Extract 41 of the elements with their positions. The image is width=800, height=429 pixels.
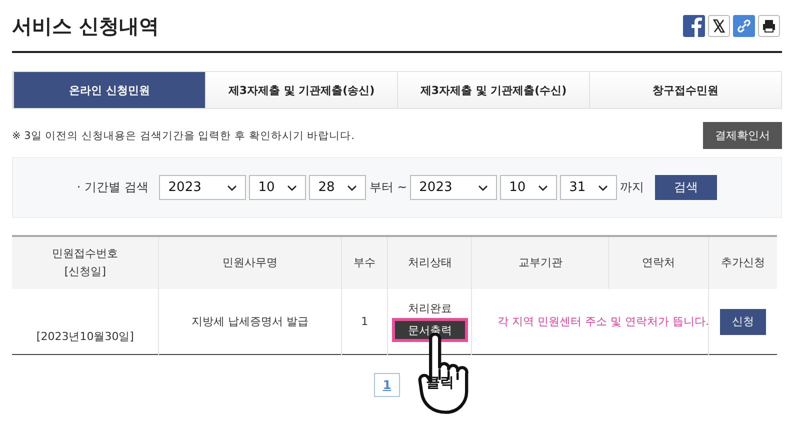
date-select[interactable]: 2023: [159, 175, 246, 200]
chevron-icon: [227, 184, 238, 190]
column-header: 교부기관: [472, 236, 609, 289]
table-cell: [2023년10월30일]: [12, 289, 159, 354]
column-header: 추가신청: [708, 236, 777, 289]
date-select[interactable]: 2023: [410, 175, 498, 200]
notice-text: ※ 3일 이전의 신청내용은 검색기간을 입력한 후 확인하시기 바랍니다.: [12, 128, 355, 142]
column-header: 처리상태: [388, 236, 472, 289]
chevron-icon: [478, 184, 488, 190]
table-cell: 1: [341, 289, 388, 354]
apply-button[interactable]: 신청: [720, 308, 766, 334]
from-suffix: 부터 ~: [369, 179, 408, 196]
page-link[interactable]: 1: [374, 373, 400, 397]
column-header: 민원접수번호 [신청일]: [12, 236, 159, 289]
date-select[interactable]: 10: [249, 175, 306, 200]
annotation-text: 각 지역 민원센터 주소 및 연락처가 뜹니다.: [497, 315, 709, 328]
date-select[interactable]: 31: [560, 175, 618, 200]
column-header: 연락처: [608, 236, 708, 289]
status-text: 처리완료: [406, 301, 453, 316]
chevron-icon: [538, 184, 548, 190]
table-cell: 지방세 납세증명서 발급: [158, 289, 342, 354]
search-label: · 기간별 검색: [76, 179, 148, 196]
column-header: 민원사무명: [158, 236, 342, 289]
date-select[interactable]: 28: [309, 175, 366, 200]
chevron-icon: [287, 184, 298, 190]
column-header: 부수: [341, 236, 388, 289]
link-icon[interactable]: [733, 14, 755, 36]
to-suffix: 까지: [620, 179, 644, 196]
print-icon[interactable]: [758, 14, 780, 36]
page-title: 서비스 신청내역: [12, 13, 159, 40]
facebook-icon[interactable]: [683, 14, 705, 36]
date-select[interactable]: 10: [500, 175, 558, 200]
receipt-button[interactable]: 결제확인서: [703, 122, 782, 149]
chevron-icon: [598, 184, 608, 190]
search-button[interactable]: 검색: [655, 175, 718, 200]
tab[interactable]: 창구접수민원: [589, 72, 781, 108]
chevron-icon: [347, 184, 358, 190]
tab[interactable]: 제3자제출 및 기관제출(송신): [205, 72, 397, 108]
x-icon[interactable]: [708, 14, 730, 36]
tab[interactable]: 제3자제출 및 기관제출(수신): [397, 72, 589, 108]
tab[interactable]: 온라인 신청민원: [13, 72, 205, 108]
